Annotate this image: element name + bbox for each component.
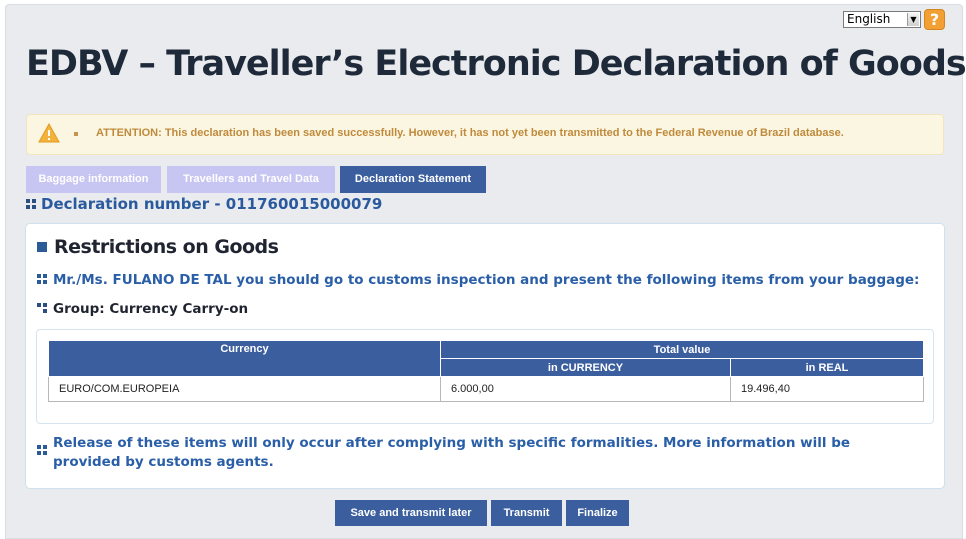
transmit-button[interactable]: Transmit bbox=[491, 500, 562, 526]
declaration-number: Declaration number - 011760015000079 bbox=[26, 195, 382, 213]
tab-travellers-and-travel-data[interactable]: Travellers and Travel Data bbox=[167, 166, 335, 193]
finalize-button[interactable]: Finalize bbox=[566, 500, 629, 526]
group-text: Group: Currency Carry-on bbox=[53, 301, 249, 317]
page-title: EDBV – Traveller’s Electronic Declaratio… bbox=[26, 44, 966, 84]
column-header-in-real: in REAL bbox=[730, 358, 924, 377]
instruction-text: Mr./Ms. FULANO DE TAL you should go to c… bbox=[53, 272, 920, 288]
declaration-number-text: Declaration number - 011760015000079 bbox=[41, 195, 383, 213]
release-note-text: Release of these items will only occur a… bbox=[53, 435, 851, 470]
tab-baggage-information[interactable]: Baggage information bbox=[26, 166, 161, 193]
question-mark-icon: ? bbox=[929, 10, 940, 29]
tab-label: Declaration Statement bbox=[354, 173, 472, 185]
section-title-text: Restrictions on Goods bbox=[54, 236, 279, 258]
cell-currency: EURO/COM.EUROPEIA bbox=[48, 376, 441, 402]
grid-icon bbox=[37, 274, 47, 284]
release-note: Release of these items will only occur a… bbox=[37, 434, 917, 472]
bullet-icon bbox=[74, 132, 78, 136]
language-select-value: English bbox=[847, 12, 891, 26]
section-title: Restrictions on Goods bbox=[37, 236, 279, 258]
grid-icon bbox=[26, 199, 36, 209]
grid-icon bbox=[37, 445, 47, 455]
tab-label: Baggage information bbox=[38, 173, 149, 185]
currency-table-container: Currency Total value in CURRENCY in REAL… bbox=[36, 329, 934, 424]
table-row: EURO/COM.EUROPEIA 6.000,00 19.496,40 bbox=[48, 376, 924, 402]
cell-in-currency: 6.000,00 bbox=[440, 376, 731, 402]
group-heading: Group: Currency Carry-on bbox=[37, 301, 248, 317]
language-select[interactable]: English ▼ bbox=[843, 11, 921, 28]
save-and-transmit-later-button[interactable]: Save and transmit later bbox=[335, 500, 487, 526]
grid-icon bbox=[37, 303, 47, 313]
tab-declaration-statement[interactable]: Declaration Statement bbox=[340, 166, 486, 193]
tab-label: Travellers and Travel Data bbox=[183, 173, 319, 185]
restrictions-panel: Restrictions on Goods Mr./Ms. FULANO DE … bbox=[25, 223, 945, 489]
attention-alert: ATTENTION: This declaration has been sav… bbox=[26, 114, 944, 155]
column-header-currency: Currency bbox=[48, 340, 441, 377]
square-icon bbox=[37, 242, 47, 252]
chevron-down-icon[interactable]: ▼ bbox=[907, 13, 919, 26]
column-header-total-value: Total value bbox=[440, 340, 924, 359]
help-button[interactable]: ? bbox=[924, 9, 945, 30]
inspection-instruction: Mr./Ms. FULANO DE TAL you should go to c… bbox=[37, 272, 919, 288]
currency-table: Currency Total value in CURRENCY in REAL… bbox=[48, 340, 924, 402]
warning-icon bbox=[38, 123, 60, 143]
cell-in-real: 19.496,40 bbox=[730, 376, 924, 402]
alert-message: ATTENTION: This declaration has been sav… bbox=[96, 127, 844, 139]
column-header-in-currency: in CURRENCY bbox=[440, 358, 731, 377]
